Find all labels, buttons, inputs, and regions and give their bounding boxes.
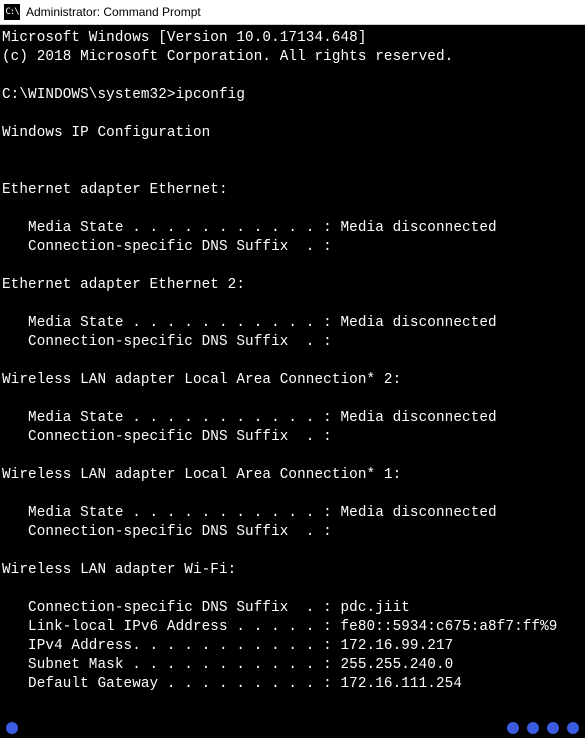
adapter-line: Connection-specific DNS Suffix . : pdc.j… [2,600,410,616]
annotation-dot [507,722,519,734]
adapter-line: Connection-specific DNS Suffix . : [2,334,332,350]
banner-line-2: (c) 2018 Microsoft Corporation. All righ… [2,49,453,65]
annotation-dot [567,722,579,734]
adapter-line: Default Gateway . . . . . . . . . : 172.… [2,676,462,692]
adapter-line: Subnet Mask . . . . . . . . . . . : 255.… [2,657,453,673]
window-title: Administrator: Command Prompt [26,5,201,19]
adapter-line: Media State . . . . . . . . . . . : Medi… [2,505,497,521]
annotation-dot [527,722,539,734]
adapter-line: IPv4 Address. . . . . . . . . . . : 172.… [2,638,453,654]
adapter-title: Wireless LAN adapter Wi-Fi: [2,562,236,578]
banner-line-1: Microsoft Windows [Version 10.0.17134.64… [2,30,367,46]
adapter-line: Connection-specific DNS Suffix . : [2,429,332,445]
annotation-dots [507,722,579,734]
adapter-line: Connection-specific DNS Suffix . : [2,239,332,255]
adapter-line: Media State . . . . . . . . . . . : Medi… [2,410,497,426]
adapter-title: Wireless LAN adapter Local Area Connecti… [2,467,401,483]
prompt: C:\WINDOWS\system32> [2,87,176,103]
adapter-line: Media State . . . . . . . . . . . : Medi… [2,315,497,331]
adapter-line: Connection-specific DNS Suffix . : [2,524,332,540]
terminal-output[interactable]: Microsoft Windows [Version 10.0.17134.64… [0,25,585,738]
adapter-line: Media State . . . . . . . . . . . : Medi… [2,220,497,236]
adapter-title: Ethernet adapter Ethernet: [2,182,228,198]
cmd-icon: C:\ [4,4,20,20]
command-input[interactable]: ipconfig [176,87,245,103]
window-titlebar[interactable]: C:\ Administrator: Command Prompt [0,0,585,25]
annotation-dot [6,722,18,734]
adapter-title: Wireless LAN adapter Local Area Connecti… [2,372,401,388]
adapter-line: Link-local IPv6 Address . . . . . : fe80… [2,619,558,635]
adapter-title: Ethernet adapter Ethernet 2: [2,277,245,293]
annotation-dot [547,722,559,734]
ipconfig-heading: Windows IP Configuration [2,125,210,141]
